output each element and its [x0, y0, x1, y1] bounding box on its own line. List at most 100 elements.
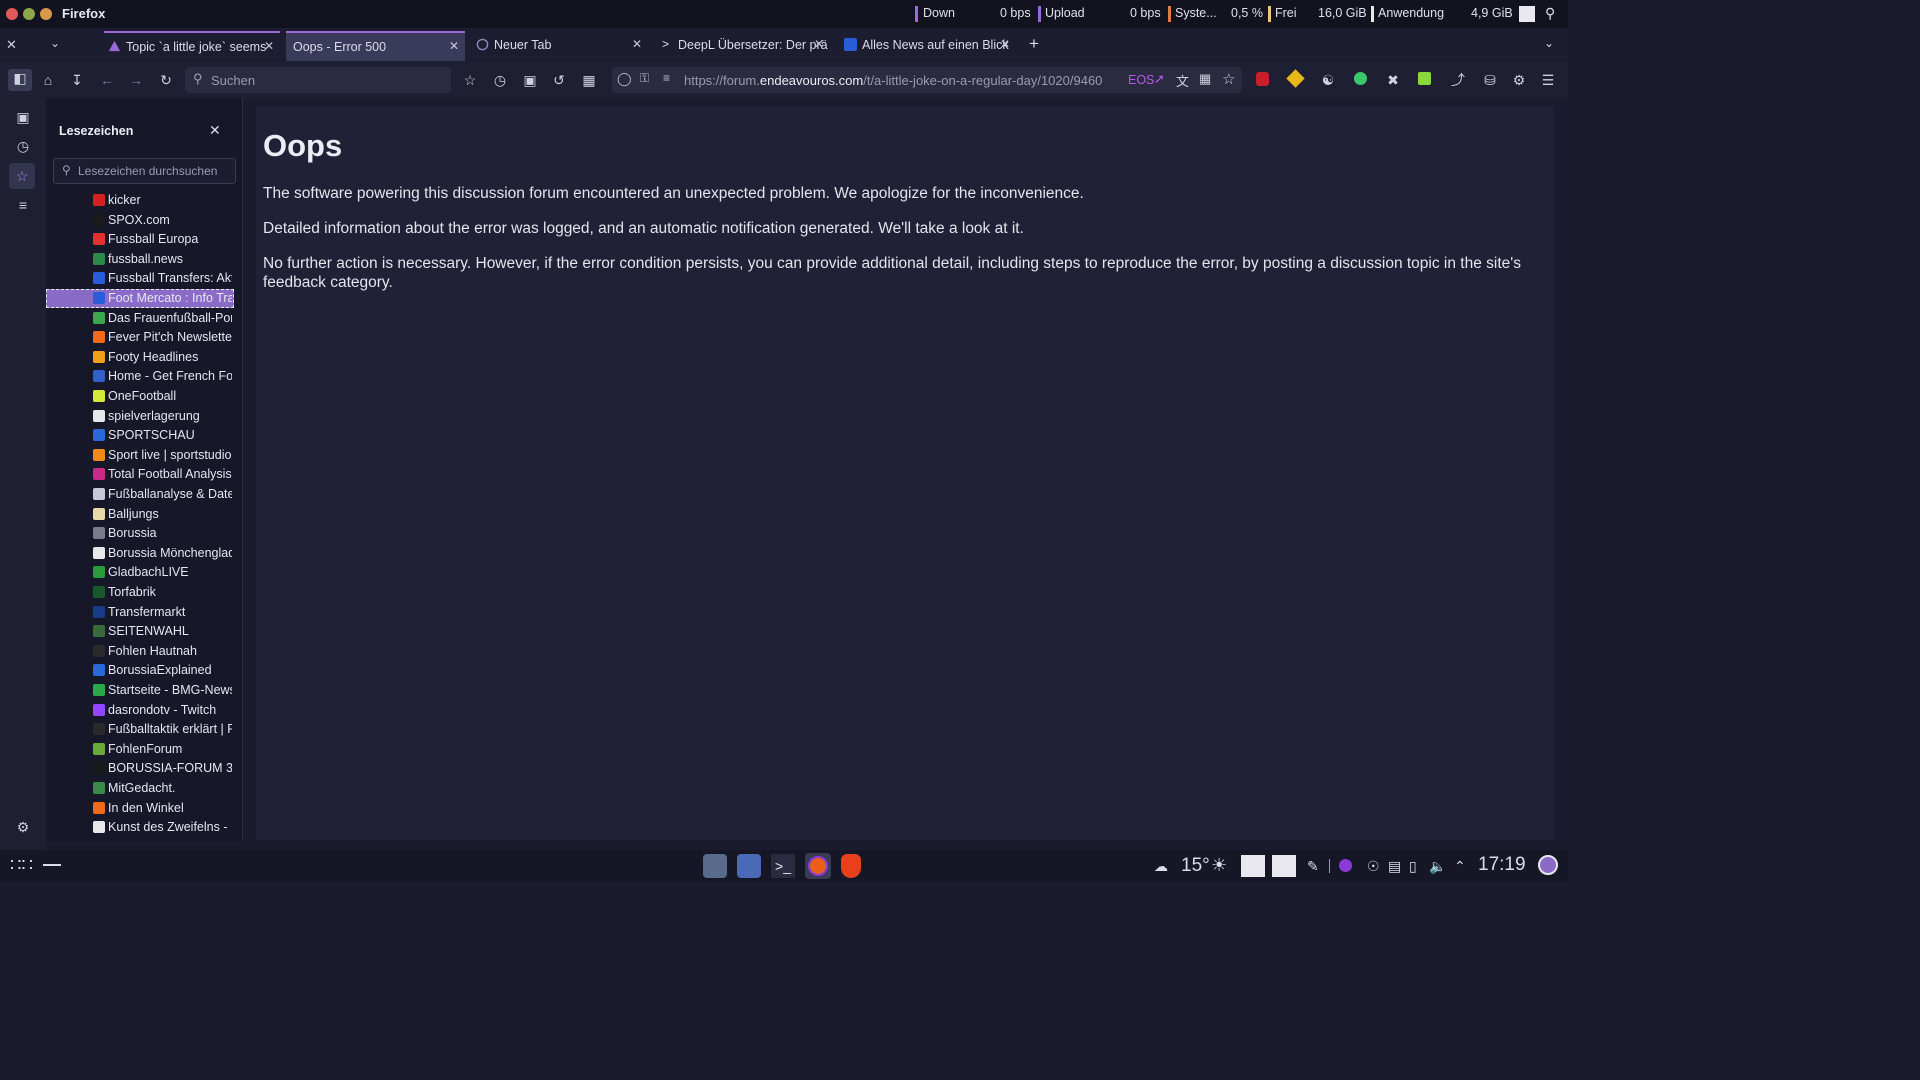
clipboard-icon[interactable]: ▤	[1388, 858, 1401, 875]
firefox-taskbar-button[interactable]	[805, 853, 831, 879]
forward-icon[interactable]: →	[127, 71, 145, 89]
bookmark-item[interactable]: Fussball Transfers: Akt.	[46, 269, 234, 288]
tray-purple-icon[interactable]	[1339, 859, 1352, 872]
bookmark-item[interactable]: BORUSSIA-FORUM 3.0	[46, 759, 234, 778]
synced-tabs-icon[interactable]: ▣	[14, 108, 32, 126]
bookmark-item[interactable]: Sport live | sportstudio	[46, 446, 234, 465]
extension-arrow-icon[interactable]: ⤴	[1449, 71, 1467, 89]
endeavouros-logo-icon[interactable]	[1538, 855, 1558, 875]
bookmark-item[interactable]: BorussiaExplained	[46, 661, 234, 680]
pen-icon[interactable]: ✎	[1307, 858, 1319, 875]
qr-code-icon[interactable]: ▦	[1199, 71, 1211, 87]
pocket-icon[interactable]: ☆	[461, 71, 479, 89]
restore-session-icon[interactable]: ↺	[550, 71, 568, 89]
brave-taskbar-icon[interactable]	[841, 854, 861, 878]
extension-green-icon[interactable]	[1354, 72, 1367, 85]
tab-close-icon[interactable]: ✕	[264, 39, 274, 53]
tab-close-icon[interactable]: ✕	[814, 37, 824, 51]
volume-icon[interactable]: 🔈	[1429, 858, 1446, 875]
bookmark-item[interactable]: Fohlen Hautnah	[46, 642, 234, 661]
url-bar[interactable]: ◯ ⚿ ≡ https://forum.endeavouros.com/t/a-…	[612, 67, 1242, 93]
bookmark-item[interactable]: spielverlagerung	[46, 407, 234, 426]
window-minimize-icon[interactable]	[23, 8, 35, 20]
history-clock-icon[interactable]: ◷	[14, 137, 32, 155]
battery-icon[interactable]: ▯	[1409, 858, 1417, 875]
settings-gear-icon[interactable]: ⚙	[1510, 71, 1528, 89]
list-all-tabs-chevron-icon[interactable]: ⌄	[1544, 36, 1554, 50]
bookmark-item[interactable]: SEITENWAHL	[46, 622, 234, 641]
reader-list-icon[interactable]: ≡	[14, 196, 32, 214]
bookmark-item[interactable]: Borussia Mönchenglad.	[46, 544, 234, 563]
tab-close-icon[interactable]: ✕	[449, 39, 459, 53]
search-icon[interactable]: ⚲	[1545, 5, 1555, 22]
extensions-grid-icon[interactable]: ▦	[580, 71, 598, 89]
tab-close-icon[interactable]: ✕	[1000, 37, 1010, 51]
extension-glasses-icon[interactable]: ☯	[1319, 71, 1337, 89]
tab-topic[interactable]: Topic `a little joke` seems ✕	[104, 31, 280, 61]
bookmark-item[interactable]: In den Winkel	[46, 799, 234, 818]
temperature[interactable]: 15°	[1181, 855, 1210, 877]
tray-window-2-icon[interactable]	[1272, 855, 1296, 877]
extension-yellow-icon[interactable]	[1286, 69, 1305, 88]
extension-leaf-icon[interactable]	[1418, 72, 1431, 85]
network-globe-icon[interactable]: ☉	[1367, 858, 1380, 875]
search-input[interactable]: ⚲ Suchen	[185, 67, 451, 93]
sidebar-settings-gear-icon[interactable]: ⚙	[14, 818, 32, 836]
downloads-icon[interactable]: ↧	[68, 71, 86, 89]
clock[interactable]: 17:19	[1478, 854, 1526, 876]
history-icon[interactable]: ◷	[491, 71, 509, 89]
bookmark-item[interactable]: GladbachLIVE	[46, 563, 234, 582]
bookmark-item[interactable]: Fußballanalyse & Date..	[46, 485, 234, 504]
bookmark-item[interactable]: fussball.news	[46, 250, 234, 269]
bookmark-item[interactable]: OneFootball	[46, 387, 234, 406]
window-maximize-icon[interactable]	[40, 8, 52, 20]
bookmark-item[interactable]: Borussia	[46, 524, 234, 543]
permissions-icon[interactable]: ≡	[663, 71, 670, 85]
bookmark-item[interactable]: Fever Pit'ch Newsletter	[46, 328, 234, 347]
tab-deepl[interactable]: > DeepL Übersetzer: Der prä ✕	[656, 31, 830, 59]
home-icon[interactable]: ⌂	[39, 71, 57, 89]
weather-widget-icon[interactable]: ☁	[1154, 858, 1168, 875]
bookmark-item[interactable]: Balljungs	[46, 505, 234, 524]
tab-news[interactable]: Alles News auf einen Blick ✕	[840, 31, 1016, 59]
bookmark-item[interactable]: Fußballtaktik erklärt | F.	[46, 720, 234, 739]
tab-close-icon[interactable]: ✕	[632, 37, 642, 51]
tray-expand-chevron-icon[interactable]: ⌃	[1454, 858, 1466, 875]
bookmark-item[interactable]: kicker	[46, 191, 234, 210]
tab-new[interactable]: Neuer Tab ✕	[472, 31, 648, 59]
tracking-shield-icon[interactable]: ◯	[617, 71, 632, 87]
archive-icon[interactable]: ▣	[521, 71, 539, 89]
bookmark-item[interactable]: Das Frauenfußball-Port	[46, 309, 234, 328]
bookmark-item[interactable]: SPORTSCHAU	[46, 426, 234, 445]
extensions-puzzle-icon[interactable]: ⛁	[1481, 71, 1499, 89]
lock-icon[interactable]: ⚿	[640, 71, 649, 86]
close-panel-icon[interactable]: ✕	[209, 122, 221, 139]
url-text[interactable]: https://forum.endeavouros.com/t/a-little…	[684, 73, 1102, 88]
bookmark-item[interactable]: Startseite - BMG-News	[46, 681, 234, 700]
terminal-taskbar-icon[interactable]: >_	[771, 854, 795, 878]
back-icon[interactable]: ←	[98, 71, 116, 89]
bookmark-item[interactable]: SPOX.com	[46, 211, 234, 230]
bookmark-item[interactable]: Kunst des Zweifelns - ...	[46, 818, 234, 837]
bookmarks-star-icon[interactable]: ☆	[9, 163, 35, 189]
bookmark-item[interactable]: Torfabrik	[46, 583, 234, 602]
ublock-icon[interactable]	[1256, 72, 1269, 86]
tab-oops-active[interactable]: Oops - Error 500 ✕	[286, 31, 465, 61]
bookmark-item[interactable]: Total Football Analysis.	[46, 465, 234, 484]
tab-list-chevron-icon[interactable]: ⌄	[50, 36, 60, 50]
eos-extension-label[interactable]: EOS	[1128, 73, 1154, 87]
reload-icon[interactable]: ↻	[157, 71, 175, 89]
bookmark-item[interactable]: Home - Get French Foo.	[46, 367, 234, 386]
bookmark-item[interactable]: MitGedacht.	[46, 779, 234, 798]
bookmark-star-icon[interactable]: ☆	[1222, 70, 1235, 88]
window-thumbnail-icon[interactable]	[1519, 6, 1535, 22]
bookmark-item[interactable]: Fussball Europa	[46, 230, 234, 249]
system-settings-taskbar-icon[interactable]	[703, 854, 727, 878]
bookmark-item[interactable]: Transfermarkt	[46, 603, 234, 622]
bookmark-item-selected[interactable]: Foot Mercato : Info Tra.	[46, 289, 234, 308]
show-desktop-icon[interactable]	[43, 864, 61, 866]
window-close-icon[interactable]	[6, 8, 18, 20]
bookmarks-search-input[interactable]: ⚲ Lesezeichen durchsuchen	[53, 158, 236, 184]
tray-window-1-icon[interactable]	[1241, 855, 1265, 877]
bookmark-item[interactable]: Footy Headlines	[46, 348, 234, 367]
